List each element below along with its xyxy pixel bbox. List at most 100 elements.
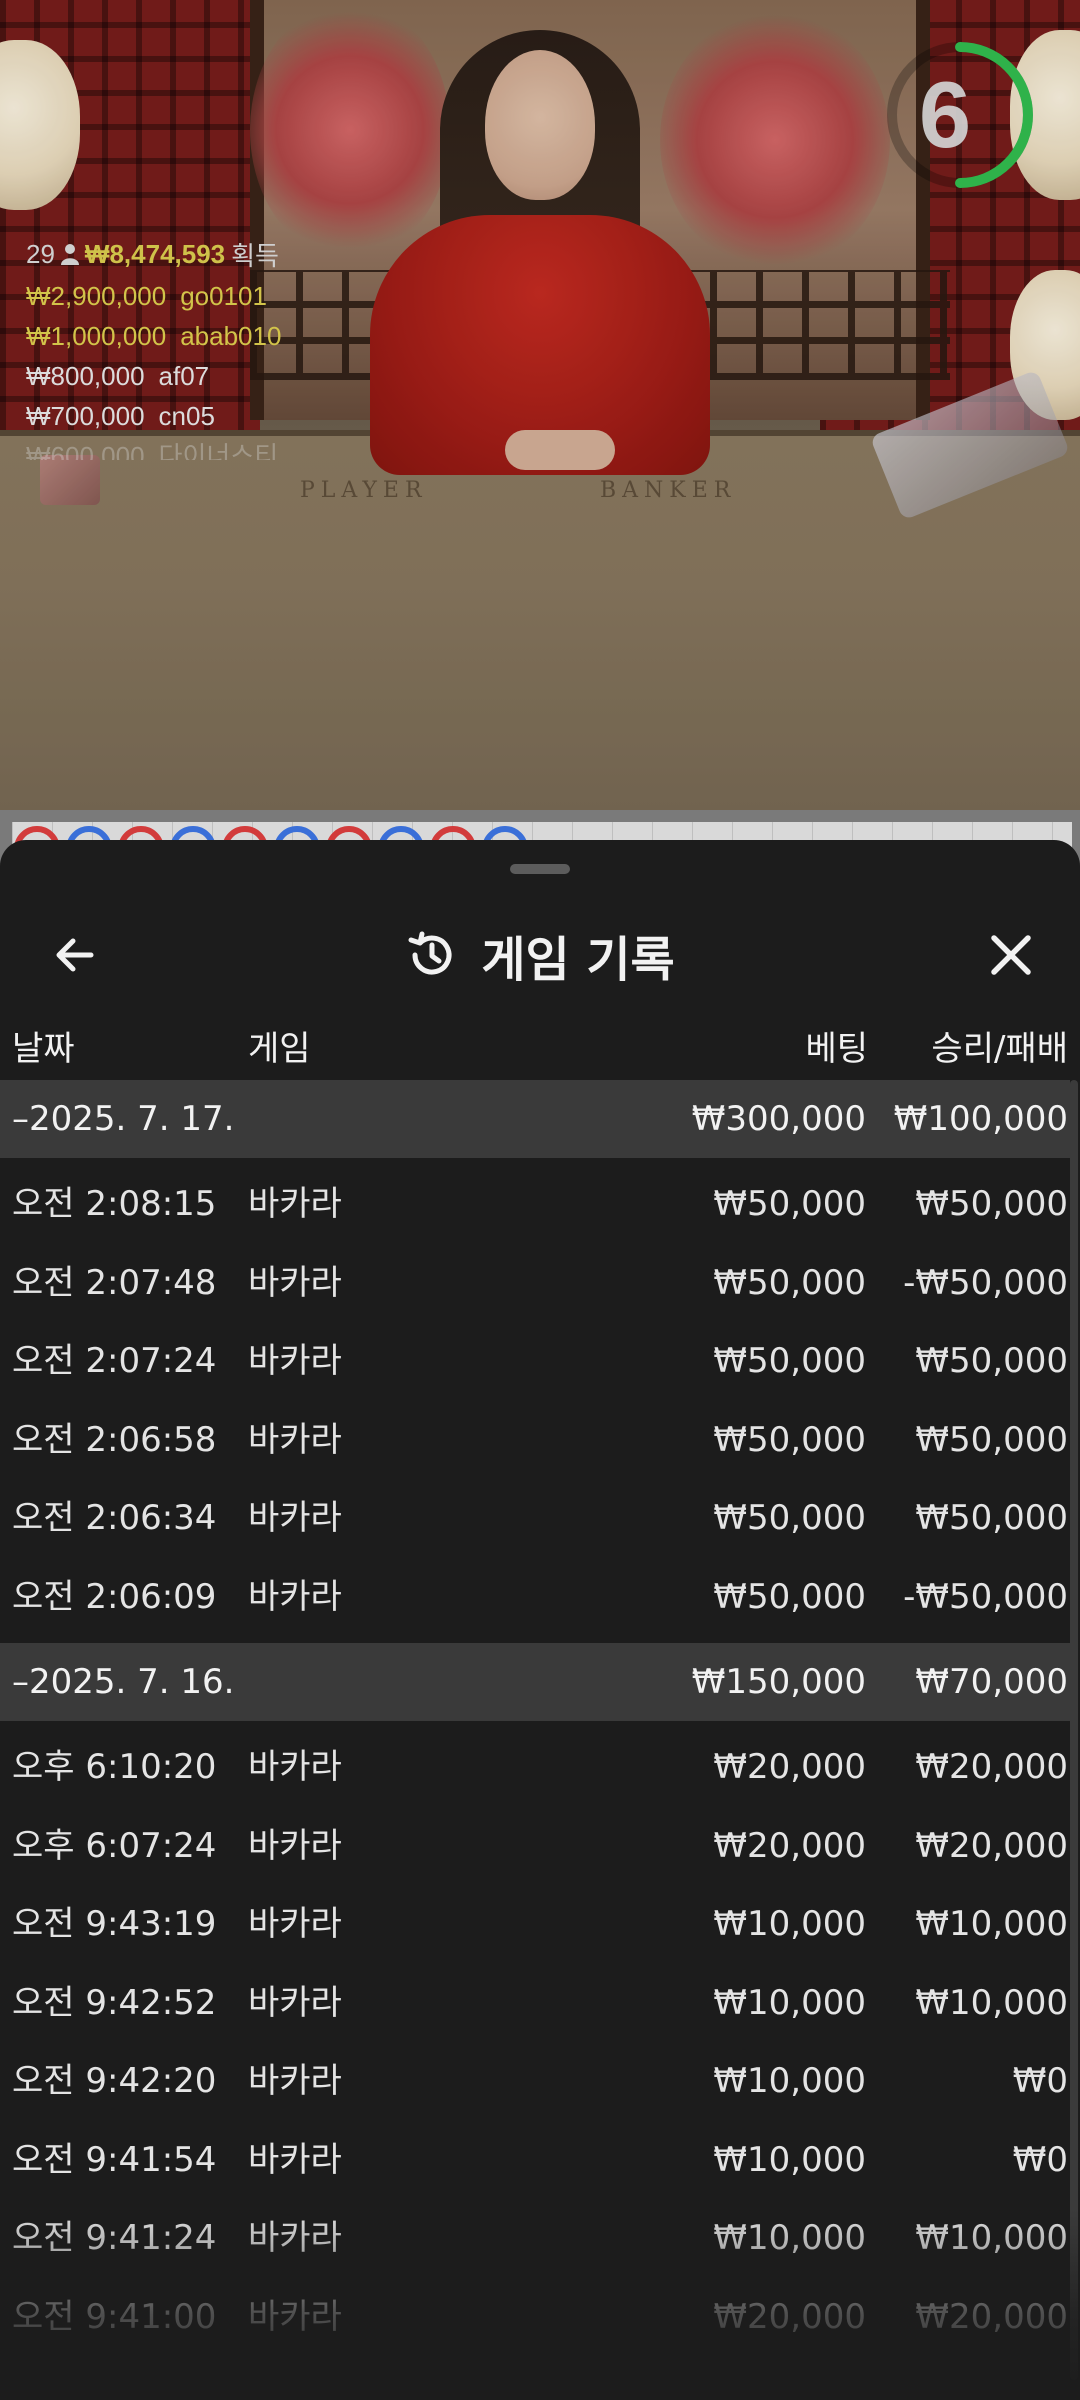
row-winloss: ₩50,000	[915, 1498, 1068, 1538]
row-time: 오전 2:06:34	[12, 1498, 217, 1538]
group-date: –2025. 7. 17.	[12, 1099, 235, 1139]
column-winloss: 승리/패배	[931, 1028, 1068, 1069]
winner-row: ₩2,900,000 go0101	[26, 276, 281, 316]
row-bet: ₩50,000	[713, 1576, 866, 1617]
row-time: 오전 2:07:48	[12, 1262, 217, 1303]
row-winloss: ₩0	[1012, 2061, 1068, 2101]
row-game: 바카라	[248, 1498, 342, 1538]
row-spacer	[0, 2356, 1070, 2363]
history-row[interactable]: 오전 2:07:48 바카라 ₩50,000 -₩50,000	[0, 1244, 1070, 1323]
row-time: 오전 2:08:15	[12, 1184, 217, 1224]
row-spacer	[0, 1721, 1070, 1728]
row-game: 바카라	[248, 1419, 342, 1460]
person-icon	[60, 244, 79, 265]
row-winloss: ₩10,000	[915, 2218, 1068, 2258]
row-bet: ₩20,000	[713, 1825, 866, 1866]
row-time: 오전 9:42:20	[12, 2061, 217, 2101]
winners-overlay: 29 ₩8,474,593 획득 ₩2,900,000 go0101 ₩1,000,…	[26, 232, 281, 461]
history-row[interactable]: 오전 9:42:52 바카라 ₩10,000 ₩10,000	[0, 1964, 1070, 2043]
title-wrap: 게임 기록	[0, 900, 1080, 1010]
history-row[interactable]: 오전 9:43:19 바카라 ₩10,000 ₩10,000	[0, 1885, 1070, 1964]
row-bet: ₩20,000	[713, 2296, 866, 2337]
row-time: 오전 9:41:00	[12, 2296, 217, 2337]
history-list[interactable]: –2025. 7. 17. ₩300,000 ₩100,000 오전 2:08:15 바…	[0, 1080, 1070, 2363]
history-row[interactable]: 오전 9:42:20 바카라 ₩10,000 ₩0	[0, 2042, 1070, 2121]
row-winloss: ₩50,000	[915, 1184, 1068, 1224]
history-row[interactable]: 오전 2:06:58 바카라 ₩50,000 ₩50,000	[0, 1401, 1070, 1480]
close-button[interactable]	[976, 920, 1046, 990]
row-game: 바카라	[248, 1747, 342, 1787]
row-bet: ₩10,000	[713, 2139, 866, 2180]
winner-amount: ₩700,000	[26, 401, 145, 431]
winner-amount: ₩2,900,000	[26, 281, 167, 311]
row-time: 오후 6:10:20	[12, 1747, 217, 1787]
history-row[interactable]: 오후 6:10:20 바카라 ₩20,000 ₩20,000	[0, 1728, 1070, 1807]
winner-row: ₩800,000 af07	[26, 356, 281, 396]
row-winloss: ₩20,000	[915, 1825, 1068, 1866]
history-row[interactable]: 오전 2:07:24 바카라 ₩50,000 ₩50,000	[0, 1322, 1070, 1401]
sheet-title: 게임 기록	[481, 932, 675, 988]
winners-summary: 29 ₩8,474,593 획득	[26, 232, 281, 276]
column-headers: 날짜 게임 베팅 승리/패배	[0, 1010, 1080, 1080]
row-spacer	[0, 1158, 1070, 1165]
winners-list: ₩2,900,000 go0101 ₩1,000,000 abab010 ₩800,00…	[26, 276, 281, 460]
date-group-row[interactable]: –2025. 7. 17. ₩300,000 ₩100,000	[0, 1080, 1070, 1158]
countdown-timer: 6	[880, 35, 1040, 195]
row-game: 바카라	[248, 1825, 342, 1866]
date-group-row[interactable]: –2025. 7. 16. ₩150,000 ₩70,000	[0, 1643, 1070, 1721]
winner-amount: ₩800,000	[26, 361, 145, 391]
row-spacer	[0, 1636, 1070, 1643]
row-bet: ₩10,000	[713, 1904, 866, 1944]
row-game: 바카라	[248, 1576, 342, 1617]
row-bet: ₩50,000	[713, 1419, 866, 1460]
history-row[interactable]: 오전 2:08:15 바카라 ₩50,000 ₩50,000	[0, 1165, 1070, 1244]
history-row[interactable]: 오전 9:41:24 바카라 ₩10,000 ₩10,000	[0, 2199, 1070, 2278]
row-game: 바카라	[248, 1341, 342, 1381]
row-bet: ₩50,000	[713, 1341, 866, 1381]
winner-user: go0101	[180, 281, 267, 311]
winner-user: cn05	[158, 401, 215, 431]
row-winloss: ₩50,000	[915, 1419, 1068, 1460]
row-bet: ₩10,000	[713, 2061, 866, 2101]
live-video: PLAYER BANKER 6 29 ₩8,474,593 획득 ₩2,900,…	[0, 0, 1080, 810]
row-bet: ₩10,000	[713, 2218, 866, 2258]
history-row[interactable]: 오전 9:41:54 바카라 ₩10,000 ₩0	[0, 2121, 1070, 2200]
row-winloss: ₩20,000	[915, 1747, 1068, 1787]
winners-total: ₩8,474,593	[84, 238, 226, 269]
history-row[interactable]: 오전 2:06:34 바카라 ₩50,000 ₩50,000	[0, 1479, 1070, 1558]
winner-user: af07	[158, 361, 210, 391]
row-game: 바카라	[248, 2218, 342, 2258]
row-game: 바카라	[248, 2061, 342, 2101]
row-time: 오전 9:41:24	[12, 2218, 217, 2258]
group-winloss-total: ₩70,000	[915, 1662, 1068, 1702]
group-bet-total: ₩300,000	[691, 1099, 866, 1139]
row-game: 바카라	[248, 2139, 342, 2180]
sheet-header: 게임 기록	[0, 900, 1080, 1010]
scrollbar[interactable]	[1070, 1080, 1078, 2380]
row-bet: ₩50,000	[713, 1262, 866, 1303]
row-game: 바카라	[248, 2296, 342, 2337]
timer-value: 6	[918, 62, 972, 167]
history-row[interactable]: 오전 9:41:00 바카라 ₩20,000 ₩20,000	[0, 2278, 1070, 2357]
history-row[interactable]: 오전 2:06:09 바카라 ₩50,000 -₩50,000	[0, 1558, 1070, 1637]
row-winloss: -₩50,000	[903, 1262, 1068, 1303]
row-bet: ₩50,000	[713, 1184, 866, 1224]
winner-row: ₩600,000 다이너스티	[26, 436, 281, 460]
row-winloss: -₩50,000	[903, 1576, 1068, 1617]
row-time: 오전 2:06:09	[12, 1576, 217, 1617]
row-bet: ₩10,000	[713, 1982, 866, 2023]
group-date: –2025. 7. 16.	[12, 1662, 235, 1702]
winner-row: ₩1,000,000 abab010	[26, 316, 281, 356]
row-winloss: ₩50,000	[915, 1341, 1068, 1381]
winners-count: 29	[26, 238, 55, 269]
group-bet-total: ₩150,000	[691, 1662, 866, 1702]
drag-handle[interactable]	[510, 864, 570, 874]
row-game: 바카라	[248, 1982, 342, 2023]
column-game: 게임	[248, 1028, 311, 1069]
winner-user: 다이너스티	[158, 441, 279, 460]
history-row[interactable]: 오후 6:07:24 바카라 ₩20,000 ₩20,000	[0, 1807, 1070, 1886]
row-winloss: ₩10,000	[915, 1904, 1068, 1944]
group-winloss-total: ₩100,000	[893, 1099, 1068, 1139]
close-icon	[991, 935, 1031, 975]
row-winloss: ₩0	[1012, 2139, 1068, 2180]
